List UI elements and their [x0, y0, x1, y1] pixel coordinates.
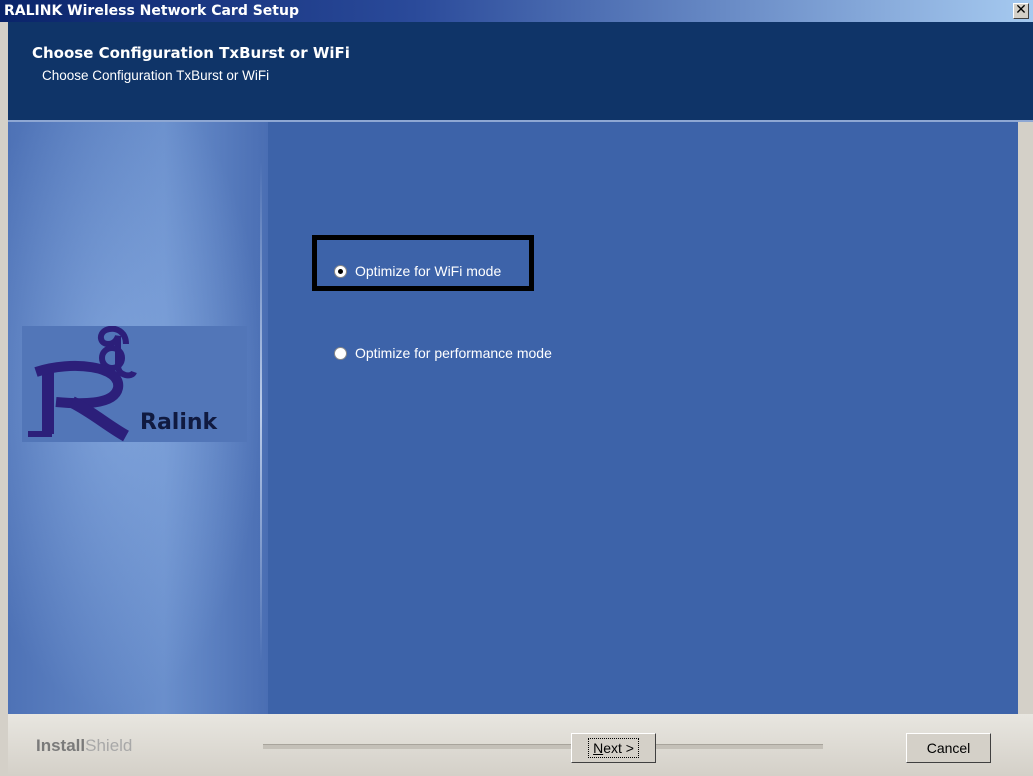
radio-label-wifi: Optimize for WiFi mode [355, 263, 502, 279]
radio-button-checked-icon[interactable] [334, 264, 347, 278]
setup-window: RALINK Wireless Network Card Setup ✕ Cho… [0, 0, 1033, 776]
close-icon: ✕ [1015, 2, 1027, 18]
installshield-light: Shield [85, 736, 133, 755]
radio-option-performance[interactable]: Optimize for performance mode [334, 345, 552, 361]
radio-option-wifi[interactable]: Optimize for WiFi mode [334, 263, 501, 279]
footer-separator-bar [263, 744, 823, 749]
cancel-button[interactable]: Cancel [906, 733, 991, 763]
logo-brand-text: Ralink [140, 410, 218, 435]
next-accelerator: N [593, 740, 604, 756]
wizard-header: Choose Configuration TxBurst or WiFi Cho… [8, 22, 1033, 120]
vertical-divider [260, 162, 262, 662]
radio-label-performance: Optimize for performance mode [355, 345, 552, 361]
ralink-logo: Ralink [22, 326, 247, 442]
window-left-border [0, 22, 8, 776]
radio-button-unchecked-icon[interactable] [334, 346, 347, 360]
next-button-focus: Next > [588, 738, 639, 758]
wizard-footer: InstallShield Next > Cancel [8, 714, 1033, 776]
title-bar[interactable]: RALINK Wireless Network Card Setup ✕ [0, 0, 1033, 22]
installshield-logo: InstallShield [36, 736, 132, 756]
page-title: Choose Configuration TxBurst or WiFi [32, 44, 350, 62]
installshield-bold: Install [36, 736, 86, 755]
window-title: RALINK Wireless Network Card Setup [4, 3, 299, 19]
cancel-button-label: Cancel [926, 740, 971, 756]
next-button[interactable]: Next > [571, 733, 656, 763]
close-button[interactable]: ✕ [1013, 3, 1029, 19]
next-button-label: ext > [603, 740, 634, 756]
wizard-body: Ralink [8, 122, 1018, 714]
page-subtitle: Choose Configuration TxBurst or WiFi [42, 68, 270, 83]
window-right-border [1018, 122, 1033, 714]
